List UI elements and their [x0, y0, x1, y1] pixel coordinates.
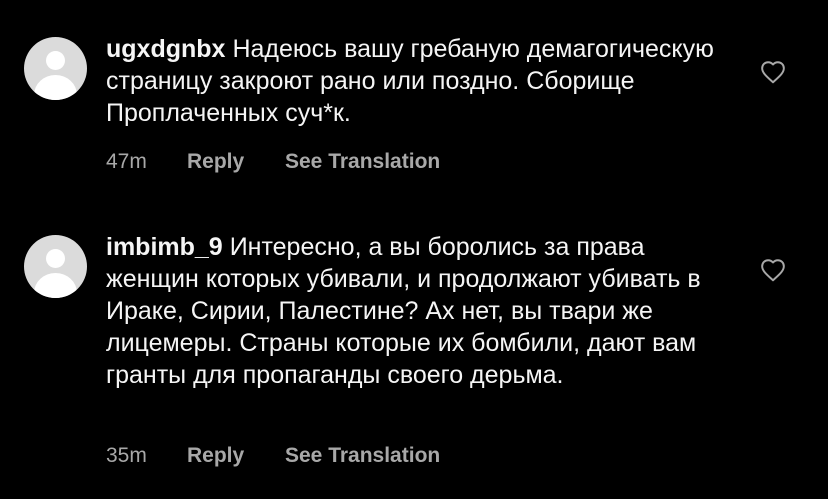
avatar-icon[interactable]	[24, 37, 87, 100]
comment-meta: 47m Reply See Translation	[106, 150, 440, 174]
avatar-icon[interactable]	[24, 235, 87, 298]
comment-text-block: imbimb_9 Интересно, а вы боролись за прав…	[106, 231, 726, 391]
heart-outline-icon[interactable]	[760, 60, 786, 84]
comment-meta: 35m Reply See Translation	[106, 444, 440, 468]
reply-button[interactable]: Reply	[187, 150, 285, 174]
comment-username[interactable]: imbimb_9	[106, 233, 223, 261]
see-translation-button[interactable]: See Translation	[285, 444, 440, 468]
comment-username[interactable]: ugxdgnbx	[106, 35, 225, 63]
comment-text-block: ugxdgnbx Надеюсь вашу гребаную демагогиче…	[106, 33, 726, 129]
heart-outline-icon[interactable]	[760, 258, 786, 282]
reply-button[interactable]: Reply	[187, 444, 285, 468]
comment-timestamp: 35m	[106, 444, 147, 467]
see-translation-button[interactable]: See Translation	[285, 150, 440, 174]
comment-timestamp: 47m	[106, 150, 147, 173]
